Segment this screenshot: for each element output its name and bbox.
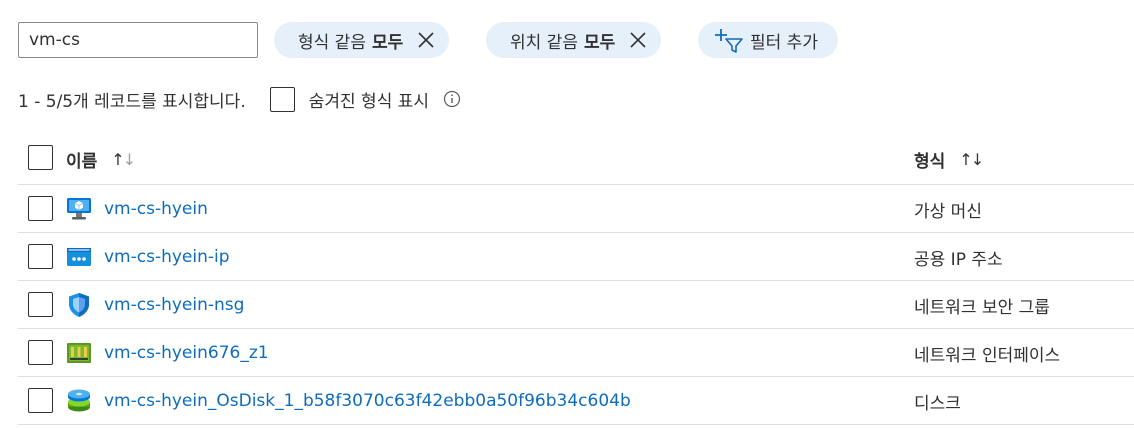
close-icon[interactable] (629, 31, 647, 49)
resources-table: 이름 ↑↓ 형식 ↑↓ vm-cs-hyein 가상 머신 vm-cs-hyei… (18, 134, 1134, 425)
resource-name-link[interactable]: vm-cs-hyein_OsDisk_1_b58f3070c63f42ebb0a… (104, 391, 631, 411)
resource-type: 공용 IP 주소 (914, 250, 1003, 270)
table-row[interactable]: vm-cs-hyein-nsg 네트워크 보안 그룹 (18, 281, 1134, 329)
column-header-name-label: 이름 (66, 151, 98, 172)
resource-name-link[interactable]: vm-cs-hyein (104, 199, 208, 219)
row-checkbox[interactable] (28, 388, 53, 413)
table-row[interactable]: vm-cs-hyein-ip 공용 IP 주소 (18, 233, 1134, 281)
add-filter-button[interactable]: 필터 추가 (698, 22, 838, 58)
virtual-machine-icon (67, 198, 91, 220)
filter-pill-location-value: 모두 (583, 32, 616, 53)
filter-pill-location[interactable]: 위치 같음 모두 (486, 22, 662, 58)
row-checkbox[interactable] (28, 196, 53, 221)
filter-pill-type-label: 형식 같음 (298, 32, 366, 53)
table-row[interactable]: vm-cs-hyein_OsDisk_1_b58f3070c63f42ebb0a… (18, 377, 1134, 425)
sort-icon[interactable]: ↑↓ (959, 150, 984, 169)
show-hidden-types-checkbox[interactable] (269, 86, 295, 112)
resource-name-link[interactable]: vm-cs-hyein676_z1 (104, 343, 269, 363)
disk-icon (68, 389, 90, 412)
resource-name-link[interactable]: vm-cs-hyein-ip (104, 247, 230, 267)
filter-pill-type[interactable]: 형식 같음 모두 (274, 22, 450, 58)
public-ip-icon (67, 248, 91, 266)
add-filter-label: 필터 추가 (750, 32, 818, 53)
resource-type: 네트워크 인터페이스 (914, 346, 1061, 366)
network-security-group-icon (69, 293, 89, 317)
sort-ascending-icon[interactable]: ↑↓ (111, 150, 136, 169)
resource-name-link[interactable]: vm-cs-hyein-nsg (104, 295, 244, 315)
filter-pill-type-value: 모두 (371, 32, 404, 53)
row-checkbox[interactable] (28, 244, 53, 269)
table-row[interactable]: vm-cs-hyein 가상 머신 (18, 185, 1134, 233)
column-header-type-label: 형식 (914, 151, 946, 172)
row-checkbox[interactable] (28, 340, 53, 365)
resource-type: 가상 머신 (914, 202, 982, 222)
table-row[interactable]: vm-cs-hyein676_z1 네트워크 인터페이스 (18, 329, 1134, 377)
column-header-type[interactable]: 형식 ↑↓ (914, 147, 984, 172)
show-hidden-types-label: 숨겨진 형식 표시 (308, 91, 430, 112)
record-count: 1 - 5/5개 레코드를 표시합니다. (18, 91, 246, 112)
table-header: 이름 ↑↓ 형식 ↑↓ (18, 134, 1134, 185)
network-interface-icon (67, 343, 91, 363)
resource-type: 디스크 (914, 394, 961, 414)
record-info-bar: 1 - 5/5개 레코드를 표시합니다. 숨겨진 형식 표시 (18, 86, 461, 112)
column-header-name[interactable]: 이름 ↑↓ (66, 147, 136, 172)
filter-pill-location-label: 위치 같음 (510, 32, 578, 53)
add-filter-icon (715, 29, 743, 53)
info-icon[interactable] (443, 90, 461, 108)
search-input[interactable] (18, 22, 258, 58)
row-checkbox[interactable] (28, 292, 53, 317)
select-all-checkbox[interactable] (28, 145, 53, 170)
resource-type: 네트워크 보안 그룹 (914, 298, 1050, 318)
close-icon[interactable] (417, 31, 435, 49)
